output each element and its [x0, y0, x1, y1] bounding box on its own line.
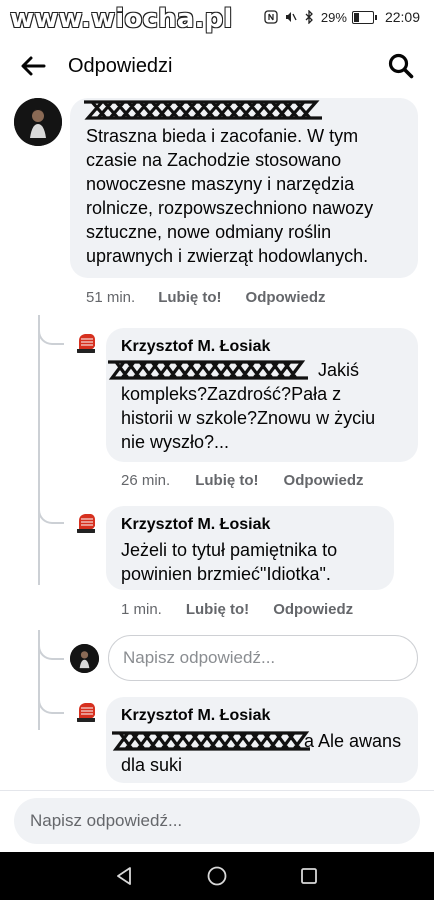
- app-bar: Odpowiedzi: [0, 36, 434, 96]
- red-fist-logo-icon: [73, 329, 99, 355]
- comment-text-end: Jakiś: [318, 360, 360, 380]
- divider: [0, 790, 434, 791]
- reply-button[interactable]: Odpowiedz: [246, 289, 326, 306]
- like-button[interactable]: Lubię to!: [158, 289, 221, 306]
- person-photo-icon: [70, 644, 99, 673]
- like-button[interactable]: Lubię to!: [195, 472, 258, 489]
- comment-actions: 1 min. Lubię to! Odpowiedz: [121, 601, 353, 618]
- comment-author: Krzysztof M. Łosiak: [121, 707, 271, 724]
- like-button[interactable]: Lubię to!: [186, 601, 249, 618]
- comment-time: 51 min.: [86, 289, 136, 306]
- avatar[interactable]: [72, 508, 100, 536]
- comment-composer-input[interactable]: Napisz odpowiedź...: [14, 798, 420, 844]
- reply-input-placeholder: Napisz odpowiedź...: [123, 648, 276, 667]
- back-arrow-icon[interactable]: [18, 52, 48, 80]
- thread-line: [38, 315, 40, 585]
- nav-recents-icon[interactable]: [300, 867, 318, 885]
- page-title: Odpowiedzi: [68, 55, 173, 77]
- reply-button[interactable]: Odpowiedz: [273, 601, 353, 618]
- comment-author: Krzysztof M. Łosiak: [121, 338, 271, 355]
- comment-text: dla suki: [121, 755, 183, 775]
- comment-time: 26 min.: [121, 472, 171, 489]
- status-icons: 29% 22:09: [264, 9, 420, 25]
- status-bar: www.wiocha.pl 29% 22:09: [0, 0, 434, 36]
- comment-bubble[interactable]: Straszna bieda i zacofanie. W tym czasie…: [70, 98, 418, 278]
- comment-author: Krzysztof M. Łosiak: [121, 516, 271, 533]
- thread-branch: [38, 315, 64, 345]
- comment-text-end: a Ale awans: [304, 731, 402, 751]
- composer-placeholder: Napisz odpowiedź...: [30, 811, 183, 830]
- watermark: www.wiocha.pl: [9, 3, 233, 34]
- red-fist-logo-icon: [73, 509, 99, 535]
- comment-actions: 51 min. Lubię to! Odpowiedz: [86, 289, 326, 306]
- bluetooth-icon: [305, 10, 313, 24]
- mute-icon: [285, 12, 297, 22]
- reply-button[interactable]: Odpowiedz: [284, 472, 364, 489]
- system-nav-bar: [0, 852, 434, 900]
- person-photo-icon: [14, 98, 62, 146]
- comment-bubble[interactable]: Krzysztof M. Łosiak Jakiś kompleks?Zazdr…: [106, 328, 418, 462]
- comment-text: kompleks?Zazdrość?Pała z historii w szko…: [121, 384, 376, 452]
- avatar[interactable]: [14, 98, 62, 146]
- battery-icon: [351, 10, 377, 24]
- search-icon[interactable]: [386, 51, 416, 81]
- thread-branch: [38, 630, 64, 660]
- comment-text: Jeżeli to tytuł pamiętnika to powinien b…: [121, 540, 338, 584]
- current-user-avatar: [70, 644, 99, 673]
- thread-branch: [38, 690, 64, 714]
- reply-input[interactable]: Napisz odpowiedź...: [108, 635, 418, 681]
- nav-home-icon[interactable]: [206, 865, 228, 887]
- comment-bubble[interactable]: Krzysztof M. Łosiak Jeżeli to tytuł pami…: [106, 506, 394, 590]
- red-fist-logo-icon: [73, 698, 99, 724]
- comment-text: Straszna bieda i zacofanie. W tym czasie…: [86, 126, 374, 266]
- nav-back-icon[interactable]: [114, 866, 134, 886]
- comment-bubble[interactable]: Krzysztof M. Łosiak a Ale awans dla suki: [106, 697, 418, 783]
- nfc-icon: [264, 10, 278, 24]
- redacted-name-scribble: [84, 100, 322, 120]
- battery-percent: 29%: [320, 9, 347, 25]
- comment-time: 1 min.: [121, 601, 162, 618]
- comment-actions: 26 min. Lubię to! Odpowiedz: [121, 472, 364, 489]
- avatar[interactable]: [72, 697, 100, 725]
- clock: 22:09: [384, 9, 420, 25]
- avatar[interactable]: [72, 328, 100, 356]
- redacted-text-scribble: [112, 731, 310, 751]
- thread-branch: [38, 480, 64, 524]
- redacted-text-scribble: [108, 360, 308, 380]
